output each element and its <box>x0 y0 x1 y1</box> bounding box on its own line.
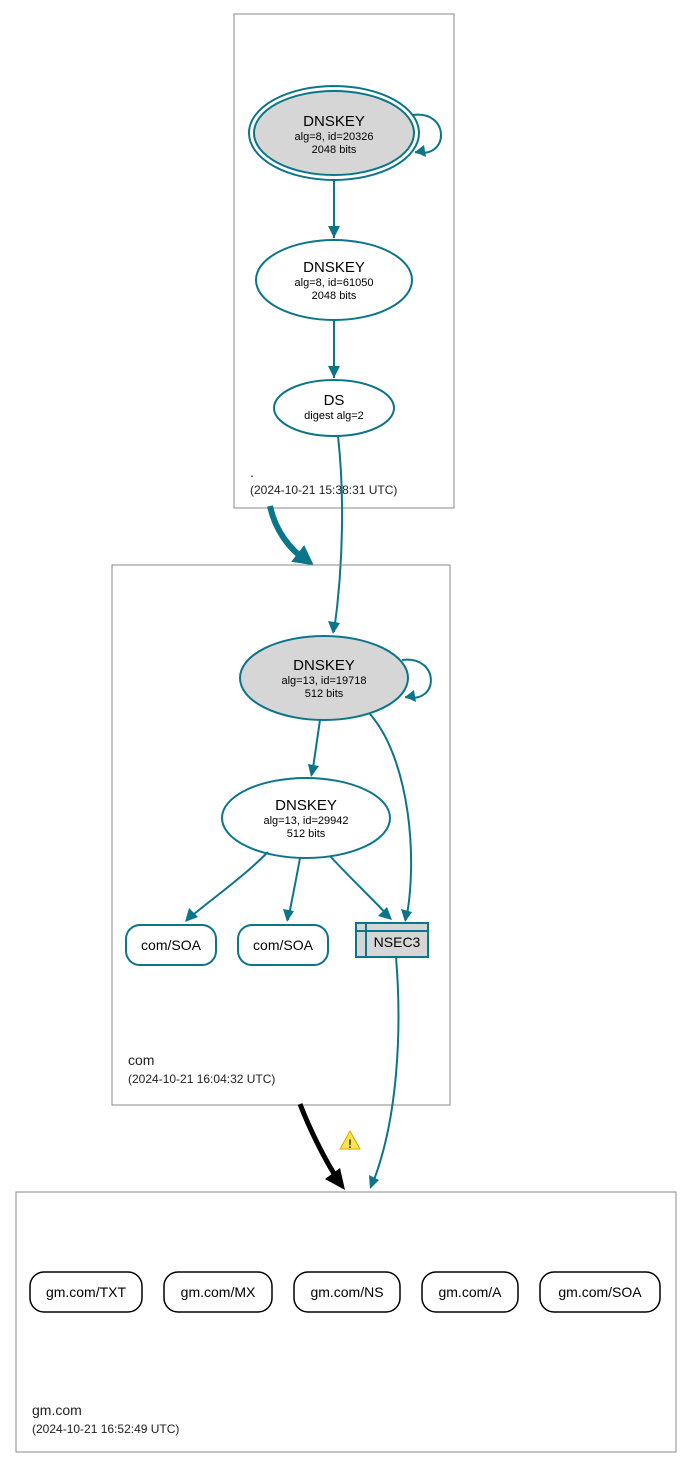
edge-comzsk-nsec3 <box>330 856 390 918</box>
warning-icon: ! <box>340 1131 360 1151</box>
node-gm-mx[interactable]: gm.com/MX <box>164 1272 272 1312</box>
edge-comzsk-soa1 <box>187 852 268 920</box>
zone-com-date: (2024-10-21 16:04:32 UTC) <box>128 1072 275 1086</box>
svg-text:alg=13, id=29942: alg=13, id=29942 <box>263 815 348 827</box>
svg-text:512 bits: 512 bits <box>305 688 344 700</box>
node-root-ds[interactable]: DS digest alg=2 <box>274 380 394 436</box>
svg-text:DNSKEY: DNSKEY <box>293 657 355 674</box>
svg-text:2048 bits: 2048 bits <box>312 290 357 302</box>
svg-text:gm.com/MX: gm.com/MX <box>181 1284 256 1300</box>
node-gm-txt[interactable]: gm.com/TXT <box>30 1272 142 1312</box>
svg-text:alg=13, id=19718: alg=13, id=19718 <box>281 675 366 687</box>
zone-com-label: com <box>128 1052 154 1068</box>
edge-com-to-gm-zone <box>300 1104 338 1180</box>
zone-root-date: (2024-10-21 15:38:31 UTC) <box>250 483 397 497</box>
svg-text:DS: DS <box>324 392 345 409</box>
svg-text:gm.com/SOA: gm.com/SOA <box>558 1284 642 1300</box>
zone-gm-label: gm.com <box>32 1402 82 1418</box>
svg-text:2048 bits: 2048 bits <box>312 144 357 156</box>
svg-text:alg=8, id=20326: alg=8, id=20326 <box>295 131 374 143</box>
node-nsec3[interactable]: NSEC3 <box>356 923 428 957</box>
node-gm-ns[interactable]: gm.com/NS <box>294 1272 400 1312</box>
svg-text:com/SOA: com/SOA <box>141 937 202 953</box>
node-gm-a[interactable]: gm.com/A <box>422 1272 518 1312</box>
svg-text:512 bits: 512 bits <box>287 828 326 840</box>
edge-ds-to-comksk <box>334 436 342 632</box>
node-root-ksk[interactable]: DNSKEY alg=8, id=20326 2048 bits <box>249 86 419 180</box>
zone-root-label: . <box>250 464 254 480</box>
node-root-zsk[interactable]: DNSKEY alg=8, id=61050 2048 bits <box>256 240 412 320</box>
svg-text:!: ! <box>348 1137 352 1151</box>
svg-text:DNSKEY: DNSKEY <box>275 797 337 814</box>
node-com-zsk[interactable]: DNSKEY alg=13, id=29942 512 bits <box>222 778 390 858</box>
svg-text:NSEC3: NSEC3 <box>374 934 421 950</box>
svg-text:gm.com/A: gm.com/A <box>438 1284 502 1300</box>
svg-text:digest alg=2: digest alg=2 <box>304 410 364 422</box>
node-com-soa-1[interactable]: com/SOA <box>126 925 216 965</box>
svg-text:DNSKEY: DNSKEY <box>303 113 365 130</box>
svg-text:alg=8, id=61050: alg=8, id=61050 <box>295 277 374 289</box>
edge-nsec3-to-gm <box>372 957 398 1185</box>
node-com-soa-2[interactable]: com/SOA <box>238 925 328 965</box>
dnssec-graph: . (2024-10-21 15:38:31 UTC) DNSKEY alg=8… <box>0 0 688 1473</box>
svg-text:DNSKEY: DNSKEY <box>303 259 365 276</box>
node-gm-soa[interactable]: gm.com/SOA <box>540 1272 660 1312</box>
zone-gm-date: (2024-10-21 16:52:49 UTC) <box>32 1422 179 1436</box>
svg-text:gm.com/NS: gm.com/NS <box>310 1284 383 1300</box>
zone-gm-box <box>16 1192 676 1452</box>
svg-text:gm.com/TXT: gm.com/TXT <box>46 1284 127 1300</box>
node-com-ksk[interactable]: DNSKEY alg=13, id=19718 512 bits <box>240 636 408 720</box>
svg-text:com/SOA: com/SOA <box>253 937 314 953</box>
